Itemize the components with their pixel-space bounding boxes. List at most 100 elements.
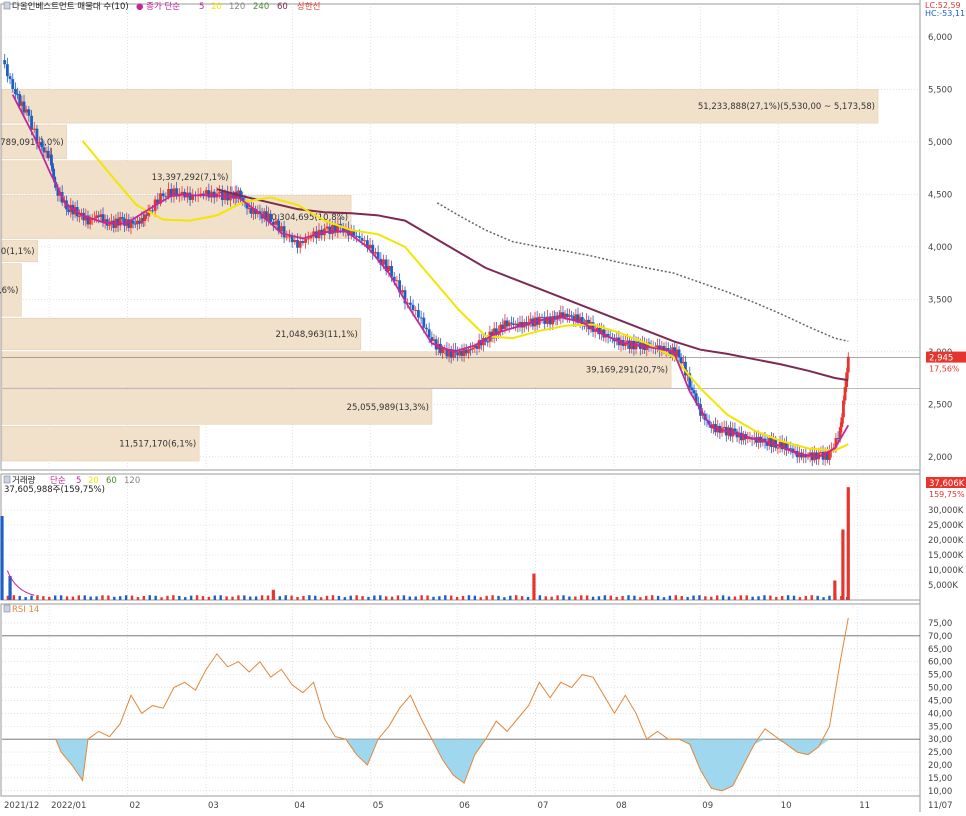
price-legend-limit: 상한선 <box>297 1 320 12</box>
candle-body <box>425 327 428 330</box>
volume-tick-label: 25,000K <box>928 521 964 531</box>
volume-bar <box>65 596 69 600</box>
candle-body <box>840 417 844 428</box>
rsi-legend-icon <box>3 604 11 613</box>
volume-tag-value: 37,606K <box>929 479 965 489</box>
volume-bar <box>107 595 110 600</box>
volume-bar <box>491 595 494 600</box>
volume-bar <box>384 596 388 600</box>
candle-body <box>290 236 294 243</box>
candle-body <box>776 447 780 449</box>
volume-bar <box>136 597 140 600</box>
volume-tick-label: 20,000K <box>928 536 964 546</box>
price-tag-pct: 17,56% <box>929 365 960 374</box>
volume-bar <box>237 595 240 600</box>
volume-bar <box>195 595 199 600</box>
rsi-tick-label: 45,00 <box>928 696 952 706</box>
rsi-tick-label: 55,00 <box>928 671 952 681</box>
volume-bar <box>290 595 293 600</box>
volume-spike-bar <box>846 487 850 600</box>
volume-bar <box>544 596 547 600</box>
rsi-tick-label: 75,00 <box>928 619 952 629</box>
candle-body <box>677 349 681 358</box>
candle-body <box>8 76 12 80</box>
volume-bar <box>30 595 33 600</box>
candle-body <box>846 356 850 373</box>
volume-bar <box>580 595 583 600</box>
volume-bar <box>444 595 447 600</box>
volume-bar <box>12 595 16 600</box>
candle-body <box>167 188 170 197</box>
price-tick-label: 4,500 <box>928 190 952 200</box>
candle-body <box>11 79 15 89</box>
volume-bar <box>715 595 719 600</box>
volume-bar <box>710 596 713 600</box>
volume-bar <box>278 596 281 600</box>
candle-body <box>108 224 111 226</box>
candle-body <box>151 210 154 212</box>
volume-bar <box>585 595 589 600</box>
volume-bar <box>556 595 559 600</box>
candle-body <box>298 241 302 248</box>
volume-bar <box>686 596 689 600</box>
info-hc: HC:-53,11 <box>925 9 965 18</box>
candle-body <box>24 109 28 113</box>
rsi-tick-label: 20,00 <box>928 761 952 771</box>
candle-body <box>414 310 418 312</box>
volume-bar <box>639 597 642 600</box>
volume-bar <box>816 595 819 600</box>
volume-tick-label: 5,000K <box>928 581 958 591</box>
volume-bar <box>645 595 648 600</box>
volume-bar <box>479 597 482 600</box>
price-tick-label: 6,000 <box>928 33 952 43</box>
volume-tick-label: 10,000K <box>928 566 964 576</box>
volume-bar <box>455 596 459 600</box>
volume-bar <box>769 595 772 600</box>
volume-bar <box>355 595 358 600</box>
candle-body <box>131 220 135 224</box>
candle-body <box>325 226 329 229</box>
candle-body <box>304 238 307 243</box>
volume-bar <box>810 595 813 600</box>
rsi-tick-label: 35,00 <box>928 722 952 732</box>
rsi-tick-label: 50,00 <box>928 684 952 694</box>
volume-bar <box>550 596 553 600</box>
volume-bar <box>296 597 299 600</box>
volume-profile-label: 11,517,170(6,1%) <box>119 440 196 450</box>
volume-bar <box>243 595 246 600</box>
volume-bar <box>733 596 737 600</box>
candle-body <box>161 193 165 197</box>
volume-bar <box>361 596 364 600</box>
price-legend-period: 120 <box>229 2 245 12</box>
candle-body <box>285 236 289 238</box>
volume-bar <box>650 595 654 600</box>
price-tick-label: 3,500 <box>928 295 952 305</box>
x-tick-label: 02 <box>130 801 141 811</box>
volume-bar <box>36 595 39 600</box>
candle-body <box>3 60 7 65</box>
rsi-tick-label: 25,00 <box>928 748 952 758</box>
panel-frame-2 <box>0 473 921 601</box>
volume-bar <box>568 596 571 600</box>
rsi-legend-title: RSI 14 <box>12 605 39 615</box>
volume-bar <box>154 595 157 600</box>
volume-bar <box>438 596 441 600</box>
x-tick-label: 11/07 <box>928 801 953 811</box>
volume-bar <box>113 596 116 600</box>
volume-bar <box>591 596 595 600</box>
volume-bar <box>284 595 287 600</box>
candle-body <box>293 239 297 243</box>
candle-body <box>274 220 278 225</box>
volume-bar <box>775 596 778 600</box>
volume-bar <box>373 595 376 600</box>
volume-bar <box>331 595 335 600</box>
candle-body <box>207 190 211 198</box>
x-tick-label: 09 <box>702 801 713 811</box>
volume-spike-bar <box>271 589 275 600</box>
candle-body <box>357 236 361 239</box>
price-tick-label: 5,000 <box>928 138 952 148</box>
volume-bar <box>343 597 347 600</box>
candle-body <box>269 213 273 222</box>
candle-body <box>422 317 426 328</box>
volume-bar <box>432 596 435 600</box>
